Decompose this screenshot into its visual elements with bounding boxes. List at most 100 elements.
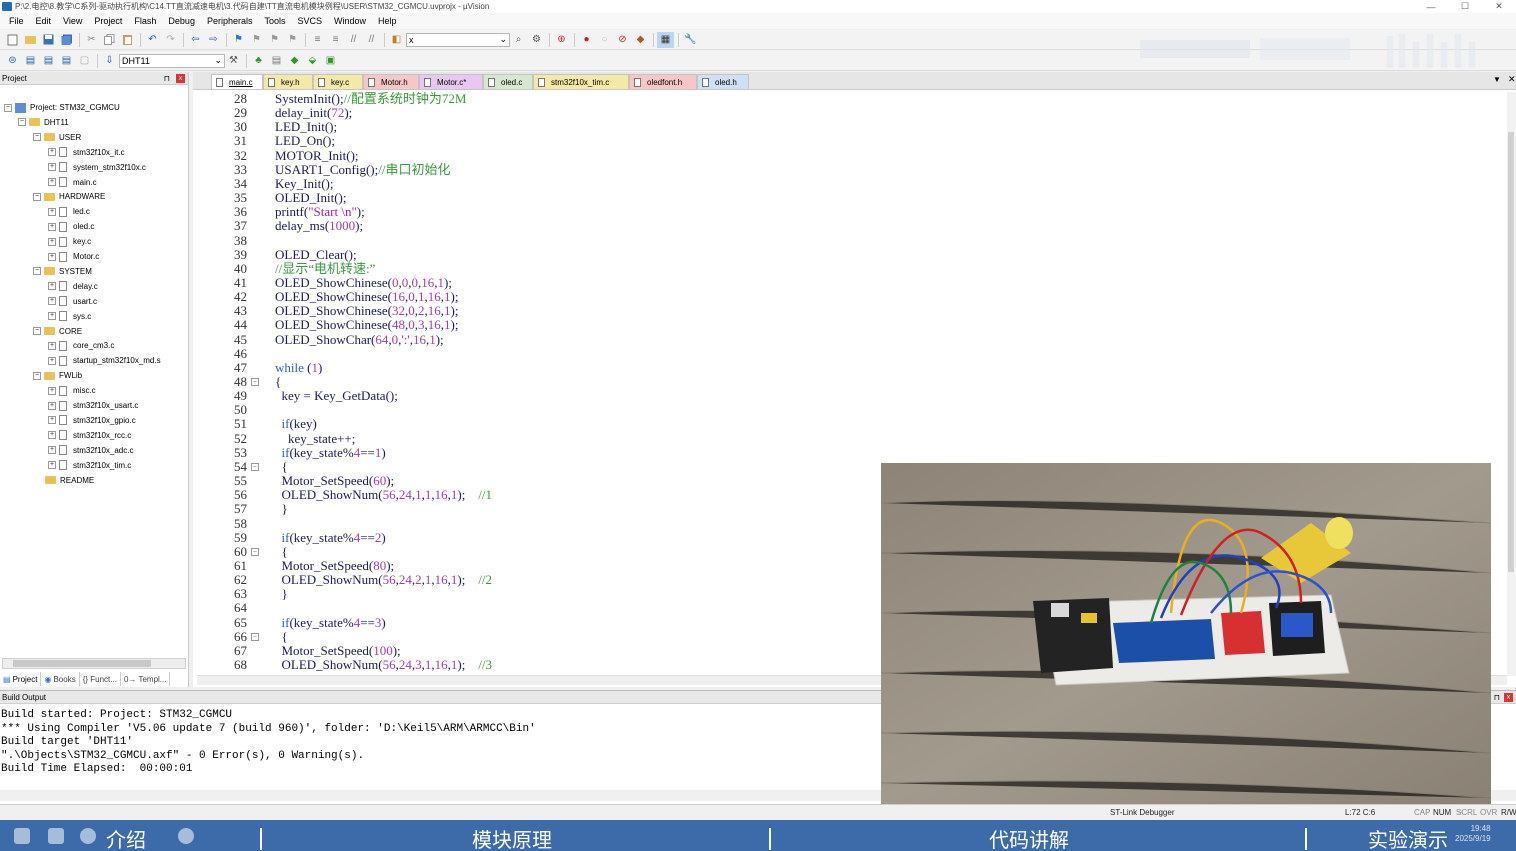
- tree-file[interactable]: + stm32f10x_usart.c: [48, 398, 138, 413]
- expand-icon[interactable]: +: [48, 431, 56, 440]
- tree-file[interactable]: + stm32f10x_tim.c: [48, 458, 131, 473]
- target-options-icon[interactable]: ⚒: [225, 53, 242, 69]
- window-layout-icon[interactable]: ▦: [657, 31, 674, 48]
- rebuild-icon[interactable]: ▤: [40, 53, 57, 69]
- tree-readme[interactable]: README: [45, 473, 94, 488]
- menu-help[interactable]: Help: [372, 16, 403, 26]
- save-all-icon[interactable]: [58, 32, 75, 48]
- file-extensions-icon[interactable]: ▤: [268, 53, 285, 69]
- code-line[interactable]: 34 Key_Init();: [193, 176, 1493, 191]
- code-line[interactable]: 41 OLED_ShowChinese(0,0,0,16,1);: [193, 275, 1493, 290]
- close-button[interactable]: ✕: [1482, 1, 1516, 12]
- tree-project-root[interactable]: − Project: STM32_CGMCU: [4, 100, 120, 115]
- editor-tab-key-h[interactable]: key.h: [263, 74, 313, 89]
- prev-bookmark-icon[interactable]: ⚑: [248, 32, 265, 48]
- code-line[interactable]: 28 SystemInit();//配置系统时钟为72M: [193, 92, 1493, 106]
- code-line[interactable]: 45 OLED_ShowChar(64,0,':',16,1);: [193, 332, 1493, 347]
- tree-group-fwlib[interactable]: − FWLib: [33, 368, 82, 383]
- open-folder-icon[interactable]: [22, 32, 39, 48]
- collapse-icon[interactable]: −: [33, 267, 41, 276]
- tree-file[interactable]: + Motor.c: [48, 249, 99, 264]
- code-line[interactable]: 32 MOTOR_Init();: [193, 148, 1493, 163]
- bookmark-icon[interactable]: ⚑: [230, 32, 247, 48]
- expand-icon[interactable]: +: [48, 178, 56, 186]
- editor-tab-main-c[interactable]: main.c: [211, 74, 263, 89]
- collapse-icon[interactable]: −: [18, 118, 26, 127]
- copy-icon[interactable]: [101, 32, 118, 48]
- indent-icon[interactable]: ≡: [309, 32, 326, 48]
- code-line[interactable]: 52 key_state++;: [193, 431, 1493, 446]
- tree-file[interactable]: + key.c: [48, 234, 91, 249]
- paste-icon[interactable]: [119, 32, 136, 48]
- editor-tab-oled-c[interactable]: oled.c: [483, 74, 533, 89]
- tree-group-system[interactable]: − SYSTEM: [33, 264, 92, 279]
- menu-tools[interactable]: Tools: [258, 16, 291, 26]
- code-line[interactable]: 46: [193, 346, 1493, 361]
- edge-browser-icon[interactable]: [80, 828, 96, 844]
- code-line[interactable]: 51 if(key): [193, 417, 1493, 431]
- tab-project[interactable]: ▤ Project: [0, 672, 42, 686]
- code-line[interactable]: 33 USART1_Config();//串口初始化: [193, 162, 1493, 177]
- fold-toggle-icon[interactable]: −: [251, 378, 259, 386]
- expand-icon[interactable]: +: [48, 207, 56, 216]
- tree-file[interactable]: + stm32f10x_gpio.c: [48, 413, 136, 428]
- tree-file[interactable]: + usart.c: [48, 294, 97, 309]
- expand-icon[interactable]: +: [48, 446, 56, 455]
- expand-icon[interactable]: +: [48, 237, 56, 246]
- target-select[interactable]: DHT11 ⌄: [119, 53, 225, 68]
- stop-build-icon[interactable]: ▢: [76, 53, 93, 69]
- editor-tab-key-c[interactable]: key.c: [313, 74, 363, 89]
- section-intro[interactable]: 介绍: [106, 824, 146, 851]
- save-icon[interactable]: [40, 32, 57, 48]
- new-file-icon[interactable]: [4, 32, 21, 48]
- editor-tab-oledfont-h[interactable]: oledfont.h: [629, 74, 697, 89]
- collapse-icon[interactable]: −: [33, 371, 41, 380]
- collapse-icon[interactable]: −: [33, 192, 41, 201]
- fold-toggle-icon[interactable]: −: [251, 632, 259, 641]
- menu-file[interactable]: File: [3, 16, 30, 26]
- find-icon[interactable]: ⌕: [510, 32, 527, 48]
- code-line[interactable]: 44 OLED_ShowChinese(48,0,3,16,1);: [193, 318, 1493, 332]
- menu-window[interactable]: Window: [328, 16, 372, 26]
- unindent-icon[interactable]: ≡: [327, 32, 344, 48]
- menu-peripherals[interactable]: Peripherals: [201, 16, 259, 26]
- tab-functions[interactable]: {} Funct...: [80, 672, 121, 686]
- expand-icon[interactable]: +: [48, 416, 56, 425]
- section-experiment-demo[interactable]: 实验演示: [1368, 824, 1448, 851]
- redo-icon[interactable]: ↷: [162, 32, 179, 48]
- debug-session-icon[interactable]: ⊕: [553, 32, 570, 48]
- menu-debug[interactable]: Debug: [162, 16, 201, 26]
- code-line[interactable]: 49 key = Key_GetData();: [193, 389, 1493, 403]
- tree-file[interactable]: + sys.c: [48, 309, 91, 324]
- translate-icon[interactable]: ⊜: [4, 53, 21, 69]
- expand-icon[interactable]: +: [48, 252, 56, 261]
- tree-file[interactable]: + led.c: [48, 204, 90, 219]
- close-icon[interactable]: x: [1504, 692, 1513, 702]
- manage-components-icon[interactable]: ♣: [250, 53, 267, 69]
- tree-target[interactable]: − DHT11: [18, 115, 69, 130]
- clear-bookmarks-icon[interactable]: ⚑: [284, 32, 301, 48]
- collapse-icon[interactable]: −: [33, 327, 41, 335]
- expand-icon[interactable]: +: [48, 386, 56, 395]
- section-code-explain[interactable]: 代码讲解: [989, 824, 1069, 851]
- tree-file[interactable]: + stm32f10x_it.c: [48, 145, 125, 160]
- download-icon[interactable]: ⇩: [101, 53, 118, 69]
- menu-view[interactable]: View: [57, 16, 88, 26]
- fold-toggle-icon[interactable]: −: [251, 547, 259, 556]
- close-editor-icon[interactable]: ✕: [1508, 74, 1516, 85]
- menu-svcs[interactable]: SVCS: [292, 16, 329, 26]
- tree-file[interactable]: + stm32f10x_adc.c: [48, 443, 133, 458]
- undo-icon[interactable]: ↶: [144, 32, 161, 48]
- expand-icon[interactable]: +: [48, 401, 56, 410]
- code-line[interactable]: 39 OLED_Clear();: [193, 247, 1493, 262]
- tree-file[interactable]: + stm32f10x_rcc.c: [48, 428, 131, 443]
- expand-icon[interactable]: +: [48, 163, 56, 172]
- expand-icon[interactable]: +: [48, 341, 56, 350]
- find-in-files-icon[interactable]: ◧: [388, 32, 405, 48]
- batch-build-icon[interactable]: ▤: [58, 53, 75, 69]
- build-icon[interactable]: ▤: [22, 53, 39, 69]
- expand-icon[interactable]: +: [48, 297, 56, 306]
- code-line[interactable]: 38: [193, 233, 1493, 248]
- code-line[interactable]: 36 printf("Start \n");: [193, 205, 1493, 219]
- comment-icon[interactable]: //: [345, 32, 362, 48]
